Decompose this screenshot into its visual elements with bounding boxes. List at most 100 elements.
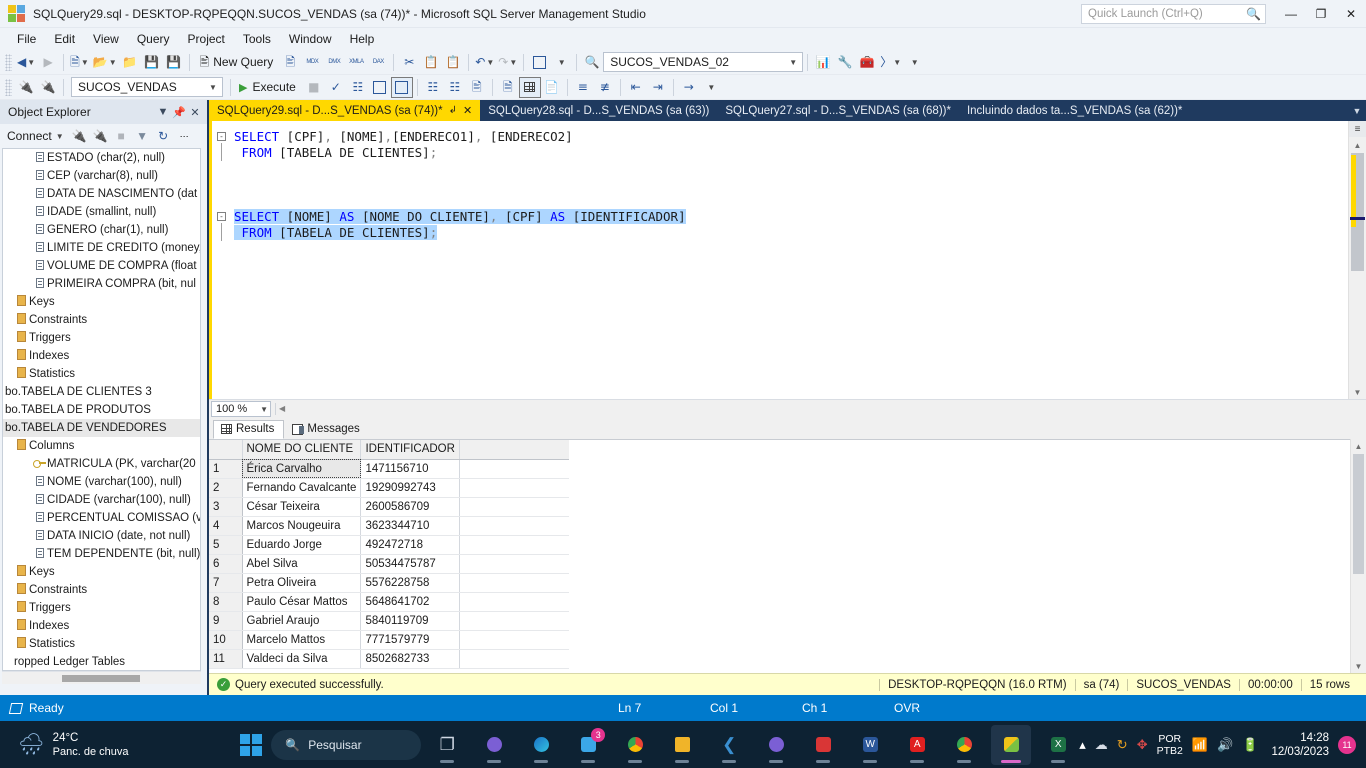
tree-node[interactable]: Constraints [3,581,200,599]
cut-button[interactable]: ✂ [398,52,420,73]
table-row[interactable]: 5 Eduardo Jorge 492472718 [209,535,570,555]
undo-button[interactable]: ↶ ▼ [473,52,496,73]
row-number[interactable]: 6 [209,554,243,574]
volume-icon[interactable]: 🔊 [1217,737,1233,753]
tree-node[interactable]: MATRICULA (PK, varchar(20 [3,455,200,473]
menu-item-tools[interactable]: Tools [234,30,280,48]
start-button[interactable] [240,733,263,756]
paste-button[interactable]: 📋 [442,52,464,73]
results-scroll-down-arrow[interactable]: ▼ [1351,659,1366,673]
table-row[interactable]: 10 Marcelo Mattos 7771579779 [209,630,570,650]
analysis-services-button[interactable]: 📊 [812,52,834,73]
taskbar-app-teams[interactable] [474,725,514,765]
tree-node[interactable]: Statistics [3,635,200,653]
tree-node[interactable]: VOLUME DE COMPRA (float [3,257,200,275]
save-all-button[interactable]: 💾 [163,52,185,73]
taskbar-app-excel[interactable]: X [1038,725,1078,765]
battery-icon[interactable]: 🔋 [1242,737,1258,753]
close-button[interactable]: ✕ [1336,1,1366,27]
cell-identificador[interactable]: 7771579779 [360,630,460,650]
document-tab[interactable]: SQLQuery28.sql - D...S_VENDAS (sa (63)) [480,100,717,121]
new-database-engine-query-button[interactable]: 🖹 [279,52,301,73]
onedrive-icon[interactable]: ☁ [1095,737,1108,753]
redo-button[interactable]: ↷ ▼ [496,52,519,73]
row-number[interactable]: 7 [209,573,243,593]
document-tab[interactable]: Incluindo dados ta...S_VENDAS (sa (62))* [959,100,1190,121]
tree-node[interactable]: CEP (varchar(8), null) [3,167,200,185]
row-number[interactable]: 3 [209,497,243,517]
menu-item-project[interactable]: Project [179,30,234,48]
tree-node[interactable]: NOME (varchar(100), null) [3,473,200,491]
disconnect-object-explorer-icon[interactable]: 🔌 [91,127,110,146]
menu-item-query[interactable]: Query [128,30,179,48]
comment-lines-button[interactable]: ≡ [572,77,594,98]
collapse-toggle-icon[interactable]: - [217,132,226,141]
weather-widget[interactable]: 🌧 24°C Panc. de chuva [0,731,240,759]
taskbar-app-acrobat[interactable]: A [897,725,937,765]
menu-item-help[interactable]: Help [341,30,384,48]
increase-indent-button[interactable]: ⇥ [647,77,669,98]
decrease-indent-button[interactable]: ⇤ [625,77,647,98]
results-scroll-thumb[interactable] [1353,454,1364,574]
row-number[interactable]: 5 [209,535,243,555]
tree-node[interactable]: Constraints [3,311,200,329]
properties-window-button[interactable]: 🔧 [834,52,856,73]
open-folder-button[interactable]: 📁 [119,52,141,73]
cell-identificador[interactable]: 2600586709 [360,497,460,517]
display-estimated-plan-button[interactable]: ☷ [347,77,369,98]
specify-values-button[interactable]: → [678,77,700,98]
registered-servers-button[interactable] [528,52,550,73]
cell-nome-do-cliente[interactable]: Petra Oliveira [242,573,362,593]
tab-results[interactable]: Results [213,420,285,439]
tree-node[interactable]: TEM DEPENDENTE (bit, null) [3,545,200,563]
cell-nome-do-cliente[interactable]: Paulo César Mattos [242,592,362,612]
disconnect-button[interactable]: 🔌 [37,77,59,98]
results-vertical-scrollbar[interactable]: ▲ ▼ [1350,439,1366,673]
cell-nome-do-cliente[interactable]: César Teixeira [242,497,362,517]
minimize-button[interactable]: — [1276,1,1306,27]
cell-nome-do-cliente[interactable]: Marcelo Mattos [242,630,362,650]
stop-button[interactable]: ■ [303,77,325,98]
results-grid[interactable]: NOME DO CLIENTE IDENTIFICADOR 1 Érica Carv… [209,439,1350,673]
close-icon[interactable]: ✕ [187,106,203,119]
menu-item-window[interactable]: Window [280,30,341,48]
menu-item-view[interactable]: View [84,30,128,48]
cell-identificador[interactable]: 50534475787 [360,554,460,574]
tree-node[interactable]: bo.TABELA DE PRODUTOS [3,401,200,419]
uncomment-lines-button[interactable]: ≢ [594,77,616,98]
document-tab[interactable]: SQLQuery27.sql - D...S_VENDAS (sa (68))* [717,100,959,121]
cell-identificador[interactable]: 1471156710 [360,459,460,479]
cell-identificador[interactable]: 5576228758 [360,573,460,593]
network-alert-icon[interactable]: ✥ [1137,737,1148,753]
include-client-statistics-button[interactable]: ☷ [444,77,466,98]
cell-nome-do-cliente[interactable]: Abel Silva [242,554,362,574]
sql-editor[interactable]: -- SELECT [CPF], [NOME],[ENDERECO1], [EN… [209,121,1366,399]
row-number[interactable]: 1 [209,459,243,479]
clock[interactable]: 14:28 12/03/2023 [1267,731,1329,759]
cell-identificador[interactable]: 492472718 [360,535,460,555]
document-tab[interactable]: SQLQuery29.sql - D...S_VENDAS (sa (74))*… [209,100,481,121]
object-explorer-tree[interactable]: ESTADO (char(2), null) CEP (varchar(8), n… [2,148,201,671]
toolbar-grip[interactable] [5,53,12,71]
table-row[interactable]: 8 Paulo César Mattos 5648641702 [209,592,570,612]
split-editor-icon[interactable]: ≡ [1349,121,1366,137]
command-prompt-button[interactable]: 〉 ▼ [878,52,903,73]
menu-item-file[interactable]: File [8,30,45,48]
refresh-icon[interactable]: ↻ [154,127,173,146]
live-query-stats-button[interactable]: ☷ [422,77,444,98]
collapse-toggle-icon[interactable]: - [217,212,226,221]
taskview-button[interactable]: ❐ [427,725,467,765]
row-number[interactable]: 9 [209,611,243,631]
taskbar-app-word[interactable]: W [850,725,890,765]
cell-nome-do-cliente[interactable]: Fernando Cavalcante [242,478,362,498]
open-file-button[interactable]: 📂 ▼ [91,52,119,73]
taskbar-app-discord[interactable] [756,725,796,765]
column-header[interactable]: IDENTIFICADOR [360,440,460,460]
taskbar-app-ssms[interactable] [991,724,1032,765]
cell-nome-do-cliente[interactable]: Valdeci da Silva [242,649,362,669]
tree-node[interactable]: Indexes [3,347,200,365]
new-mdx-query-button[interactable]: MDX [301,52,323,73]
include-actual-plan-button[interactable] [390,76,413,98]
copy-button[interactable]: 📋 [420,52,442,73]
language-indicator[interactable]: POR PTB2 [1157,733,1183,757]
